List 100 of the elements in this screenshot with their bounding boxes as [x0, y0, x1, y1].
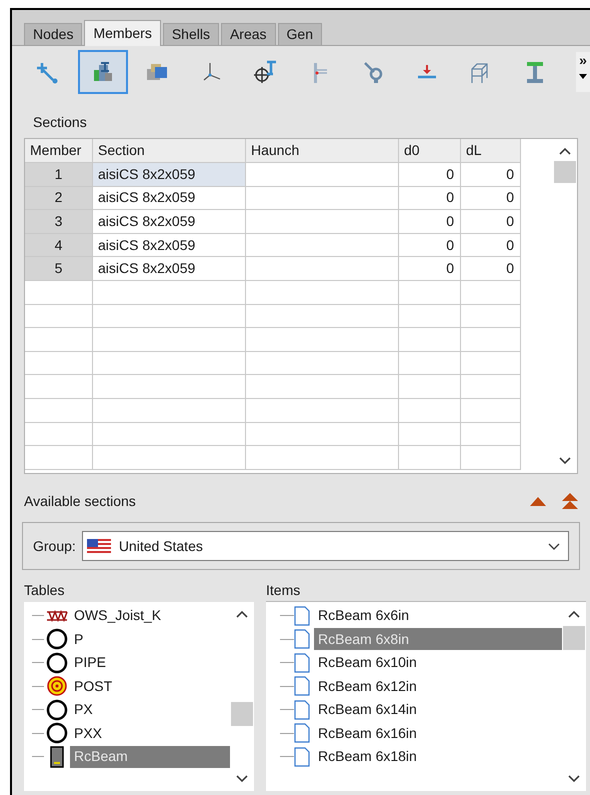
- table-cell[interactable]: 0: [399, 257, 461, 281]
- list-item[interactable]: RcBeam 6x12in: [314, 675, 562, 698]
- empty-cell[interactable]: [399, 280, 461, 305]
- empty-cell[interactable]: [399, 328, 461, 352]
- row-number-cell[interactable]: 3: [25, 210, 93, 234]
- empty-cell[interactable]: [246, 280, 399, 305]
- scroll-up-icon[interactable]: [559, 147, 571, 155]
- empty-cell[interactable]: [25, 446, 93, 470]
- scroll-down-icon[interactable]: [568, 775, 580, 783]
- tab[interactable]: Members: [84, 20, 161, 46]
- list-item[interactable]: RcBeam 6x14in: [314, 698, 562, 721]
- scrollbar-thumb[interactable]: [563, 626, 585, 650]
- empty-cell[interactable]: [461, 328, 521, 352]
- empty-cell[interactable]: [93, 422, 246, 446]
- table-cell[interactable]: 0: [399, 234, 461, 258]
- empty-cell[interactable]: [246, 446, 399, 470]
- table-cell[interactable]: 0: [461, 234, 521, 258]
- table-cell[interactable]: 0: [461, 257, 521, 281]
- empty-cell[interactable]: [93, 304, 246, 328]
- empty-cell[interactable]: [246, 352, 399, 376]
- column-header[interactable]: dL: [461, 139, 521, 163]
- empty-cell[interactable]: [246, 304, 399, 328]
- circle-section-icon: [46, 652, 68, 674]
- column-header[interactable]: d0: [399, 139, 461, 163]
- empty-cell[interactable]: [461, 280, 521, 305]
- column-header[interactable]: Section: [93, 139, 246, 163]
- empty-cell[interactable]: [399, 352, 461, 376]
- row-number-cell[interactable]: 2: [25, 186, 93, 210]
- rectangle-section-icon: [49, 746, 65, 768]
- tree-item[interactable]: PIPE: [70, 652, 230, 674]
- row-number-cell[interactable]: 1: [25, 163, 93, 187]
- tree-item[interactable]: OWS_Joist_K: [70, 604, 230, 627]
- document-icon: [294, 700, 310, 720]
- empty-cell[interactable]: [246, 398, 399, 423]
- tree-item[interactable]: PX: [70, 698, 230, 721]
- tree-item[interactable]: PXX: [70, 722, 230, 744]
- scroll-down-icon[interactable]: [236, 775, 248, 783]
- empty-cell[interactable]: [461, 446, 521, 470]
- tab[interactable]: Nodes: [24, 23, 82, 45]
- row-number-cell[interactable]: 4: [25, 234, 93, 258]
- list-item[interactable]: RcBeam 6x18in: [314, 746, 562, 768]
- empty-cell[interactable]: [93, 280, 246, 305]
- tab[interactable]: Shells: [162, 23, 219, 45]
- table-cell[interactable]: 0: [399, 210, 461, 234]
- scroll-up-icon[interactable]: [568, 610, 580, 618]
- table-cell[interactable]: aisiCS 8x2x059: [93, 186, 246, 210]
- table-cell[interactable]: 0: [461, 163, 521, 187]
- collapse-icon[interactable]: [530, 496, 546, 506]
- scrollbar-thumb[interactable]: [231, 702, 253, 726]
- empty-cell[interactable]: [461, 422, 521, 446]
- list-item[interactable]: RcBeam 6x16in: [314, 722, 562, 744]
- empty-cell[interactable]: [93, 328, 246, 352]
- table-cell[interactable]: aisiCS 8x2x059: [93, 210, 246, 234]
- table-cell[interactable]: 0: [461, 186, 521, 210]
- empty-cell[interactable]: [246, 422, 399, 446]
- scroll-down-icon[interactable]: [559, 457, 571, 465]
- empty-cell[interactable]: [461, 398, 521, 423]
- flag-icon: [86, 538, 111, 554]
- row-number-cell[interactable]: 5: [25, 257, 93, 281]
- table-cell[interactable]: 0: [399, 186, 461, 210]
- empty-cell[interactable]: [93, 375, 246, 399]
- scrollbar-thumb[interactable]: [554, 161, 576, 183]
- scroll-up-icon[interactable]: [236, 610, 248, 618]
- table-cell[interactable]: aisiCS 8x2x059: [93, 257, 246, 281]
- tab[interactable]: Areas: [220, 23, 276, 45]
- empty-cell[interactable]: [399, 304, 461, 328]
- empty-cell[interactable]: [25, 352, 93, 376]
- column-header[interactable]: Member: [25, 139, 93, 163]
- empty-cell[interactable]: [399, 446, 461, 470]
- empty-cell[interactable]: [246, 375, 399, 399]
- empty-cell[interactable]: [461, 304, 521, 328]
- empty-cell[interactable]: [25, 422, 93, 446]
- table-cell[interactable]: aisiCS 8x2x059: [93, 163, 246, 187]
- table-cell[interactable]: 0: [399, 163, 461, 187]
- tree-item[interactable]: P: [70, 628, 230, 650]
- list-item[interactable]: RcBeam 6x6in: [314, 604, 562, 627]
- empty-cell[interactable]: [461, 375, 521, 399]
- empty-cell[interactable]: [25, 398, 93, 423]
- empty-cell[interactable]: [25, 328, 93, 352]
- tables-header: Tables: [24, 581, 66, 600]
- tree-item[interactable]: POST: [70, 675, 230, 698]
- empty-cell[interactable]: [461, 352, 521, 376]
- empty-cell[interactable]: [25, 375, 93, 399]
- list-item[interactable]: RcBeam 6x10in: [314, 652, 562, 674]
- empty-cell[interactable]: [93, 352, 246, 376]
- collapse-all-icon[interactable]: [562, 493, 578, 509]
- empty-cell[interactable]: [399, 375, 461, 399]
- table-cell[interactable]: 0: [461, 210, 521, 234]
- tab[interactable]: Gen: [278, 23, 322, 45]
- group-dropdown[interactable]: United States: [82, 531, 569, 561]
- empty-cell[interactable]: [93, 446, 246, 470]
- group-label: Group:: [33, 536, 76, 556]
- table-cell[interactable]: aisiCS 8x2x059: [93, 234, 246, 258]
- empty-cell[interactable]: [25, 304, 93, 328]
- empty-cell[interactable]: [246, 328, 399, 352]
- empty-cell[interactable]: [399, 422, 461, 446]
- empty-cell[interactable]: [93, 398, 246, 423]
- empty-cell[interactable]: [25, 280, 93, 305]
- empty-cell[interactable]: [399, 398, 461, 423]
- column-header[interactable]: Haunch: [246, 139, 399, 163]
